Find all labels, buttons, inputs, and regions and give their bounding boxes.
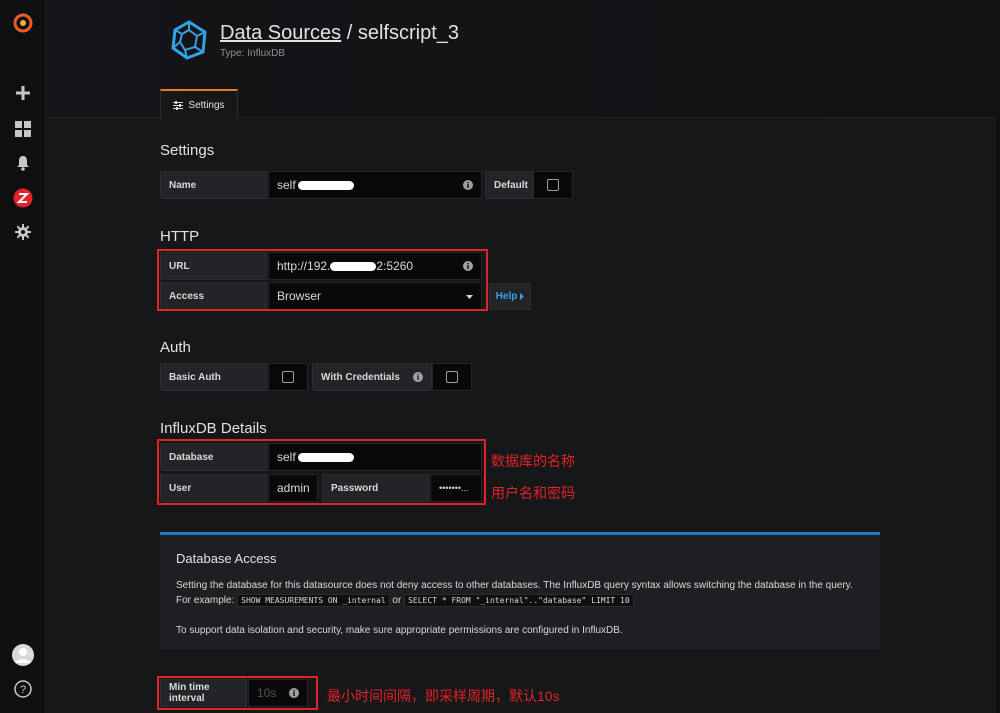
with-credentials-checkbox[interactable] — [432, 363, 472, 391]
info-icon — [413, 372, 423, 382]
annotation-box-http — [157, 249, 488, 311]
sidebar: ? — [0, 0, 46, 713]
zabbix-icon[interactable] — [0, 183, 46, 213]
database-access-text-3: To support data isolation and security, … — [176, 625, 623, 636]
name-input[interactable]: self — [268, 171, 482, 199]
annotation-db-name: 数据库的名称 — [491, 453, 575, 469]
svg-text:?: ? — [20, 684, 26, 696]
influxdb-section-title: InfluxDB Details — [160, 420, 267, 437]
checkbox-square — [282, 371, 294, 383]
page-header: Data Sources / selfscript_3 Type: Influx… — [47, 0, 1000, 119]
auth-section-title: Auth — [160, 339, 191, 356]
bell-icon[interactable] — [0, 148, 46, 178]
plus-icon[interactable] — [0, 78, 46, 108]
database-access-title: Database Access — [176, 551, 277, 566]
gear-icon[interactable] — [0, 217, 46, 247]
code-example-1: SHOW MEASUREMENTS ON _internal — [237, 594, 390, 607]
help-toggle[interactable]: Help — [489, 283, 531, 310]
info-icon — [463, 180, 473, 190]
sliders-icon — [173, 100, 184, 110]
influxdb-icon — [169, 20, 209, 65]
example-prefix: For example: — [176, 595, 235, 606]
dashboards-icon[interactable] — [0, 114, 46, 144]
help-icon[interactable]: ? — [0, 674, 46, 704]
tab-settings-label: Settings — [188, 99, 225, 111]
example-or: or — [392, 595, 402, 606]
http-section-title: HTTP — [160, 228, 200, 245]
scrollbar[interactable] — [996, 0, 1000, 713]
annotation-box-influxdb — [157, 439, 486, 505]
basic-auth-checkbox[interactable] — [268, 363, 308, 391]
database-access-text-2: For example: SHOW MEASUREMENTS ON _inter… — [176, 594, 634, 607]
default-label: Default — [485, 171, 533, 199]
page-title: Data Sources / selfscript_3 — [220, 22, 459, 45]
database-access-panel: Database Access Setting the database for… — [160, 532, 880, 650]
checkbox-square — [446, 371, 458, 383]
caret-right-icon — [520, 293, 525, 300]
database-access-text-1: Setting the database for this datasource… — [176, 580, 853, 591]
tab-settings[interactable]: Settings — [160, 89, 238, 119]
settings-section-title: Settings — [160, 142, 215, 159]
breadcrumb-separator: / — [341, 22, 358, 44]
annotation-user-pass: 用户名和密码 — [491, 485, 575, 501]
redaction-mask — [297, 180, 354, 190]
basic-auth-label: Basic Auth — [160, 363, 267, 391]
datasource-type: Type: InfluxDB — [220, 48, 286, 59]
annotation-interval: 最小时间间隔，即采样周期，默认10s — [327, 688, 560, 704]
help-label: Help — [495, 291, 518, 302]
avatar[interactable] — [0, 640, 46, 670]
with-credentials-text: With Credentials — [321, 371, 400, 383]
breadcrumb-data-sources[interactable]: Data Sources — [220, 22, 341, 44]
grafana-logo-icon[interactable] — [0, 8, 46, 38]
name-label: Name — [160, 171, 267, 199]
datasource-name-title: selfscript_3 — [357, 22, 459, 44]
with-credentials-label: With Credentials — [312, 363, 432, 391]
default-checkbox[interactable] — [533, 171, 573, 199]
annotation-box-interval — [157, 676, 318, 710]
name-value: self — [277, 178, 296, 192]
checkbox-square — [547, 179, 559, 191]
code-example-2: SELECT * FROM "_internal".."database" LI… — [404, 594, 634, 607]
